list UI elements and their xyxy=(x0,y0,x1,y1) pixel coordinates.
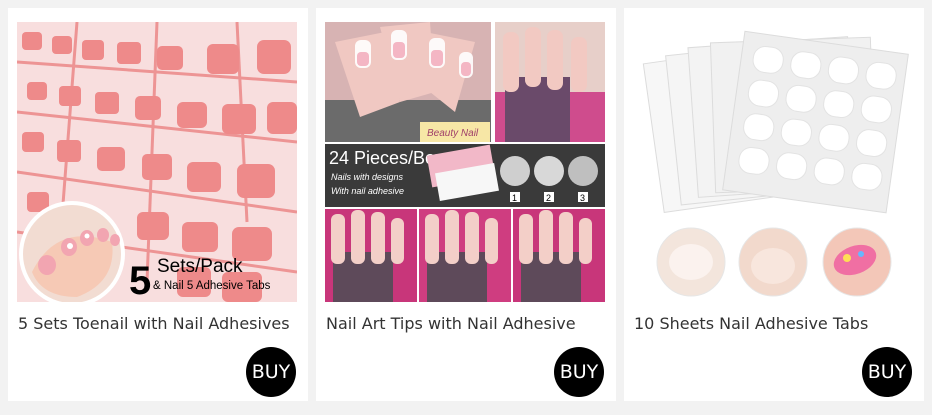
buy-button[interactable]: BUY xyxy=(246,347,296,397)
banner-title: 24 Pieces/Box xyxy=(329,148,444,168)
nail-art-photo: Beauty Nail 24 Pieces/Box Nails with des… xyxy=(325,22,605,302)
step-3-label: 3 xyxy=(580,193,585,203)
product-title[interactable]: Nail Art Tips with Nail Adhesive xyxy=(326,314,576,333)
adhesive-sheets-photo xyxy=(633,22,913,302)
step-1-label: 1 xyxy=(512,193,517,203)
product-title[interactable]: 10 Sheets Nail Adhesive Tabs xyxy=(634,314,868,333)
sets-pack-text: Sets/Pack xyxy=(157,256,243,277)
product-row: 5 Sets/Pack & Nail 5 Adhesive Tabs 5 Set… xyxy=(0,0,932,415)
buy-button[interactable]: BUY xyxy=(554,347,604,397)
buy-button[interactable]: BUY xyxy=(862,347,912,397)
step-2-label: 2 xyxy=(546,193,551,203)
product-image-nail-art[interactable]: Beauty Nail 24 Pieces/Box Nails with des… xyxy=(325,22,605,302)
product-image-toenail[interactable]: 5 Sets/Pack & Nail 5 Adhesive Tabs xyxy=(17,22,297,302)
five-sets-number: 5 xyxy=(129,259,151,302)
product-image-adhesive-tabs[interactable] xyxy=(633,22,913,302)
product-card-adhesive-tabs[interactable]: 10 Sheets Nail Adhesive Tabs BUY xyxy=(624,8,924,401)
banner-line-2: With nail adhesive xyxy=(331,186,404,196)
toenail-photo: 5 Sets/Pack & Nail 5 Adhesive Tabs xyxy=(17,22,297,302)
brand-label: Beauty Nail xyxy=(427,128,479,139)
product-card-nail-art[interactable]: Beauty Nail 24 Pieces/Box Nails with des… xyxy=(316,8,616,401)
banner-line-1: Nails with designs xyxy=(331,172,404,182)
adhesive-tabs-text: & Nail 5 Adhesive Tabs xyxy=(153,280,271,292)
product-card-toenail[interactable]: 5 Sets/Pack & Nail 5 Adhesive Tabs 5 Set… xyxy=(8,8,308,401)
product-title[interactable]: 5 Sets Toenail with Nail Adhesives xyxy=(18,314,290,333)
